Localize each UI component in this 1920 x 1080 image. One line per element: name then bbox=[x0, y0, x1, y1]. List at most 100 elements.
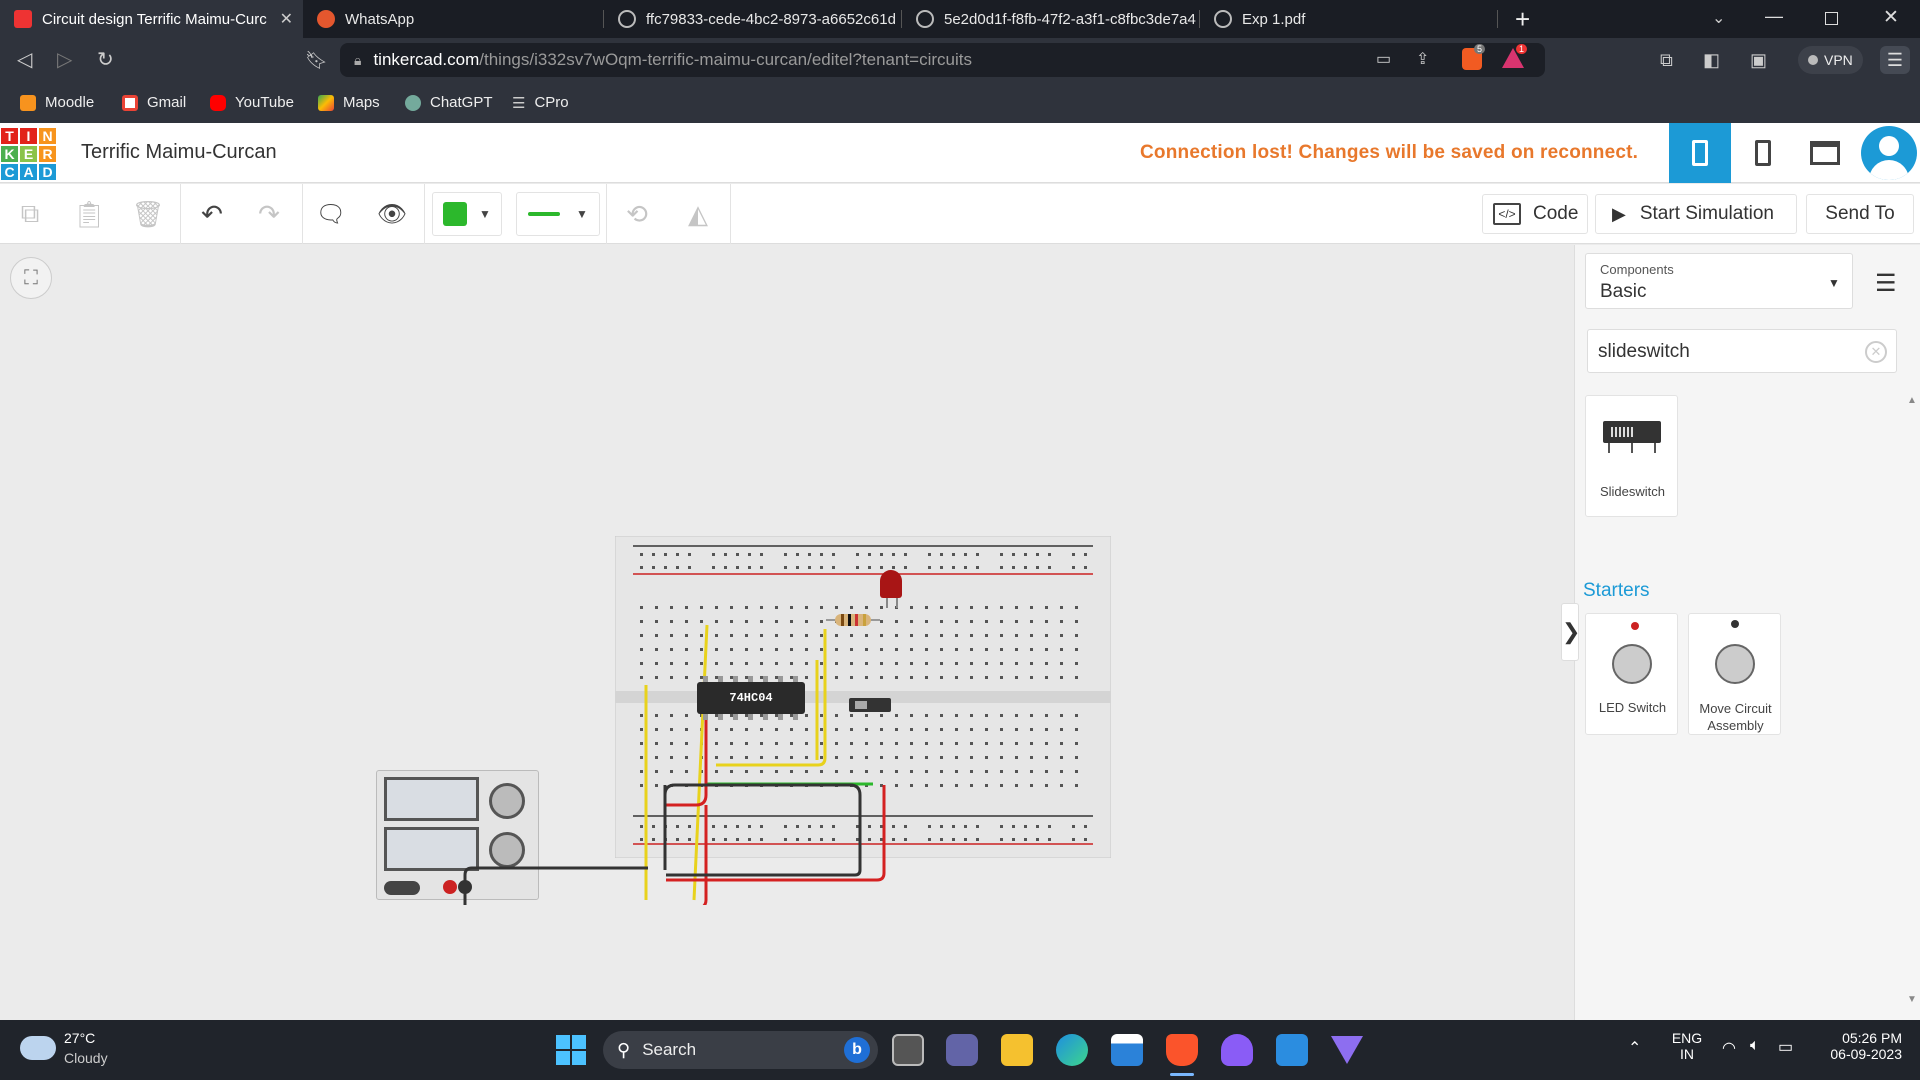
design-title[interactable]: Terrific Maimu-Curcan bbox=[81, 141, 277, 164]
undo-button[interactable]: ↶ bbox=[190, 192, 234, 236]
close-window-icon[interactable]: ✕ bbox=[1883, 6, 1899, 29]
bookmark-chatgpt[interactable]: ChatGPT bbox=[405, 82, 493, 123]
wire-type-dropdown[interactable]: ▼ bbox=[516, 192, 600, 236]
scroll-down-icon[interactable]: ▼ bbox=[1907, 994, 1917, 1005]
result-slideswitch[interactable]: Slideswitch bbox=[1585, 395, 1678, 517]
wallet-icon[interactable]: ▣ bbox=[1750, 48, 1767, 72]
obsidian-icon[interactable] bbox=[1221, 1034, 1253, 1066]
new-tab-icon[interactable]: + bbox=[1515, 4, 1530, 35]
fit-view-button[interactable]: ⛶ bbox=[10, 257, 52, 299]
url-domain: tinkercad.com bbox=[373, 50, 480, 69]
notes-visibility-button[interactable]: 👁︎ bbox=[370, 192, 414, 236]
tray-chevron-up-icon[interactable]: ⌃ bbox=[1628, 1038, 1641, 1058]
notes-button[interactable]: 🗨︎ bbox=[309, 192, 353, 236]
tab-tinkercad[interactable]: Circuit design Terrific Maimu-Curc ✕ bbox=[0, 0, 303, 38]
components-dropdown[interactable]: Components Basic ▼ bbox=[1585, 253, 1853, 309]
taskbar-search[interactable]: ⚲ Search b bbox=[603, 1031, 878, 1069]
address-bar[interactable]: 🔒︎ tinkercad.com /things/i332sv7wOqm-ter… bbox=[340, 43, 1545, 77]
bookmark-youtube[interactable]: YouTube bbox=[210, 82, 294, 123]
send-to-button[interactable]: Send To bbox=[1806, 194, 1914, 234]
vpn-button[interactable]: VPN bbox=[1798, 46, 1863, 74]
whatsapp-favicon-icon bbox=[317, 10, 335, 28]
tinkercad-logo[interactable]: T I N K E R C A D bbox=[0, 127, 57, 181]
file-explorer-icon[interactable] bbox=[1001, 1034, 1033, 1066]
ic-chip-74hc04[interactable]: 74HC04 bbox=[697, 682, 805, 714]
back-icon[interactable]: ◁ bbox=[17, 48, 32, 72]
vpn-status-icon bbox=[1808, 55, 1818, 65]
edge-icon[interactable] bbox=[1056, 1034, 1088, 1066]
minimize-icon[interactable]: — bbox=[1765, 6, 1783, 27]
menu-icon[interactable]: ☰ bbox=[1880, 46, 1910, 74]
collapse-panel-chevron-icon[interactable]: ❯ bbox=[1561, 603, 1580, 661]
code-button[interactable]: </> Code bbox=[1482, 194, 1588, 234]
bookmark-maps[interactable]: Maps bbox=[318, 82, 380, 123]
brave-icon[interactable] bbox=[1166, 1034, 1198, 1066]
bookmark-gmail[interactable]: Gmail bbox=[122, 82, 186, 123]
extensions-icon[interactable]: ⧉ bbox=[1660, 48, 1673, 72]
vscode-icon[interactable] bbox=[1276, 1034, 1308, 1066]
wifi-icon[interactable]: ◠ bbox=[1722, 1038, 1736, 1058]
circuit-canvas[interactable]: ⛶ 74HC04 bbox=[0, 245, 1574, 1020]
component-list-icon[interactable] bbox=[1810, 141, 1840, 165]
store-icon[interactable] bbox=[1111, 1034, 1143, 1066]
sidebar-icon[interactable]: ◧ bbox=[1703, 48, 1720, 72]
bookmark-cpro[interactable]: ☰ CPro bbox=[512, 82, 569, 123]
chip-pins bbox=[703, 714, 799, 720]
resistor[interactable] bbox=[835, 614, 871, 626]
redo-button[interactable]: ↷ bbox=[247, 192, 291, 236]
resistor-band bbox=[848, 614, 851, 626]
bookmark-icon[interactable]: 🔖︎ bbox=[305, 48, 328, 72]
bing-icon[interactable]: b bbox=[844, 1037, 870, 1063]
rotate-button[interactable]: ⟲ bbox=[615, 192, 659, 236]
starter-move-circuit-assembly[interactable]: Move Circuit Assembly bbox=[1688, 613, 1781, 735]
youtube-icon bbox=[210, 94, 226, 111]
red-led[interactable] bbox=[880, 570, 902, 598]
clock[interactable]: 05:26 PM 06-09-2023 bbox=[1822, 1030, 1902, 1062]
forward-icon[interactable]: ▷ bbox=[57, 48, 72, 72]
close-tab-icon[interactable]: ✕ bbox=[280, 9, 293, 29]
code-icon: </> bbox=[1493, 203, 1521, 225]
lang-bottom: IN bbox=[1680, 1046, 1694, 1062]
red-wire[interactable] bbox=[666, 878, 708, 900]
share-icon[interactable]: ⇪ bbox=[1416, 49, 1429, 69]
starter-led-switch[interactable]: LED Switch bbox=[1585, 613, 1678, 735]
flip-button[interactable]: ◭ bbox=[676, 192, 720, 236]
tab-search-chevron-icon[interactable]: ⌄ bbox=[1712, 8, 1725, 28]
component-search[interactable]: slideswitch ✕ bbox=[1587, 329, 1897, 373]
black-wire[interactable] bbox=[463, 866, 648, 905]
language-indicator[interactable]: ENG IN bbox=[1670, 1030, 1704, 1062]
tinkercad-header: T I N K E R C A D Terrific Maimu-Curcan … bbox=[0, 123, 1920, 183]
reload-icon[interactable]: ↻ bbox=[97, 48, 114, 72]
bookmark-moodle[interactable]: Moodle bbox=[20, 82, 94, 123]
cast-icon[interactable]: ▭ bbox=[1376, 49, 1391, 69]
start-simulation-button[interactable]: ▶ Start Simulation bbox=[1595, 194, 1797, 234]
list-view-icon[interactable]: ☰ bbox=[1875, 269, 1897, 298]
bookmark-label: ChatGPT bbox=[430, 94, 493, 111]
volume-icon[interactable]: 🔈︎ bbox=[1750, 1037, 1760, 1055]
panel-scrollbar[interactable]: ▲ ▼ bbox=[1907, 395, 1917, 1005]
search-input[interactable]: slideswitch bbox=[1598, 341, 1690, 363]
task-view-icon[interactable] bbox=[892, 1034, 924, 1066]
scroll-up-icon[interactable]: ▲ bbox=[1907, 395, 1917, 406]
wire-color-dropdown[interactable]: ▼ bbox=[432, 192, 502, 236]
tab-exp-pdf[interactable]: Exp 1.pdf bbox=[1200, 0, 1497, 38]
copy-button[interactable]: ⧉ bbox=[8, 192, 52, 236]
red-wire[interactable] bbox=[644, 899, 708, 905]
proton-vpn-icon[interactable] bbox=[1331, 1036, 1363, 1064]
slide-switch[interactable] bbox=[849, 698, 891, 712]
weather-cloud-icon[interactable] bbox=[20, 1036, 56, 1060]
tab-5e2d0d1f[interactable]: 5e2d0d1f-f8fb-47f2-a3f1-c8fbc3de7a4 bbox=[902, 0, 1199, 38]
user-avatar[interactable] bbox=[1861, 126, 1917, 180]
black-wire[interactable] bbox=[663, 783, 862, 877]
windows-start-icon[interactable] bbox=[556, 1035, 586, 1065]
paste-button[interactable]: 📋︎ bbox=[67, 192, 111, 236]
battery-icon[interactable]: ▭ bbox=[1778, 1037, 1793, 1057]
tab-whatsapp[interactable]: WhatsApp bbox=[303, 0, 603, 38]
circuit-view-button[interactable] bbox=[1669, 123, 1731, 183]
restore-icon[interactable] bbox=[1825, 12, 1838, 25]
teams-icon[interactable] bbox=[946, 1034, 978, 1066]
schematic-view-button[interactable] bbox=[1746, 138, 1780, 168]
clear-search-icon[interactable]: ✕ bbox=[1865, 341, 1887, 363]
delete-button[interactable]: 🗑︎ bbox=[126, 192, 170, 236]
tab-ffc79833[interactable]: ffc79833-cede-4bc2-8973-a6652c61d bbox=[604, 0, 901, 38]
